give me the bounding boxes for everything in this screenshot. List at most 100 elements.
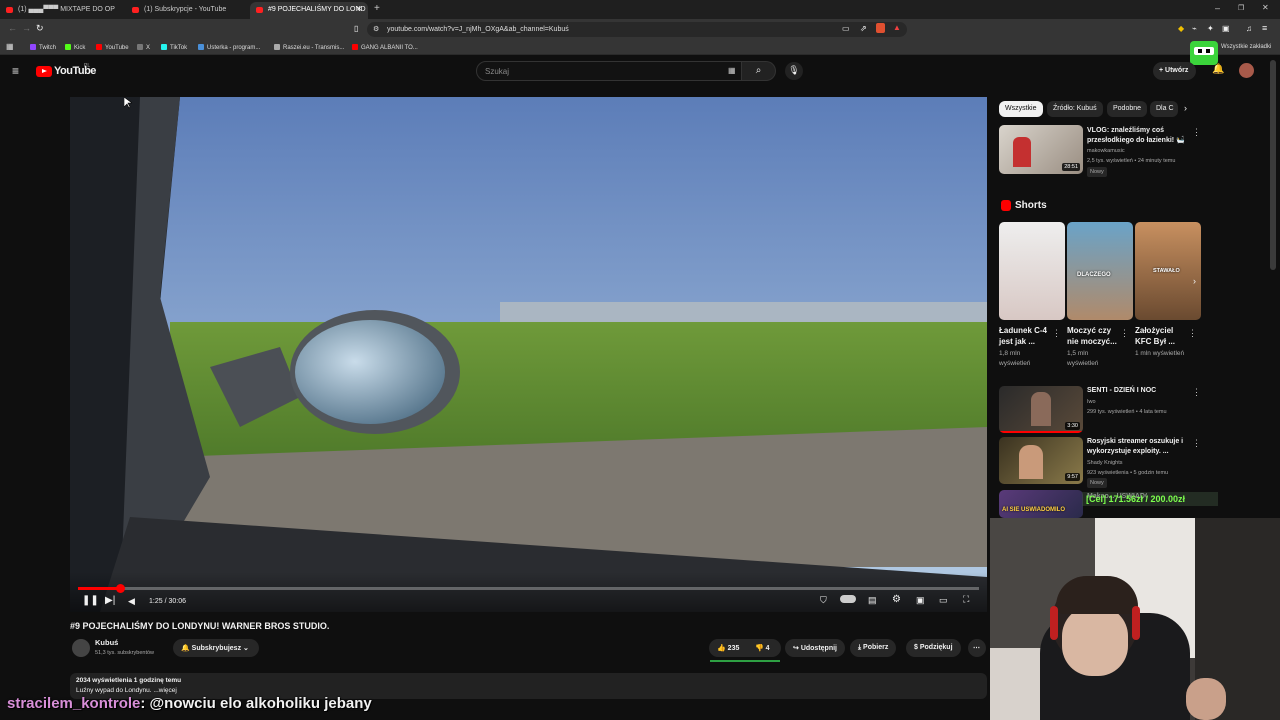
- site-info-icon[interactable]: ⚙: [373, 25, 379, 33]
- more-vertical-icon[interactable]: ⋮: [1052, 328, 1061, 339]
- keyboard-icon[interactable]: ▦: [728, 66, 736, 75]
- search-input[interactable]: Szukaj: [476, 61, 742, 81]
- video-player[interactable]: ❚❚ ▶| ◀ 1:25 / 30:06 ⛉ ▤ ⚙ ▣ ▭ ⛶: [70, 97, 987, 612]
- more-vertical-icon[interactable]: ⋮: [1192, 127, 1201, 138]
- back-icon[interactable]: ←: [8, 23, 17, 33]
- download-label: Pobierz: [863, 644, 889, 651]
- channel-avatar[interactable]: [72, 639, 90, 657]
- brave-shield-icon[interactable]: [876, 23, 885, 33]
- theater-mode-icon[interactable]: ▭: [939, 595, 948, 606]
- thumbnail-caption: AI SIE USWIADOMILO: [1002, 507, 1065, 513]
- chip-similar[interactable]: Podobne: [1107, 101, 1148, 117]
- close-tab-icon[interactable]: ✕: [356, 5, 362, 13]
- browser-tab[interactable]: (1) Subskrypcje - YouTube: [126, 2, 248, 19]
- voice-search-icon[interactable]: 🎙: [785, 62, 803, 80]
- chat-text: : @nowciu elo alkoholiku jebany: [140, 695, 372, 712]
- bookmark-youtube[interactable]: YouTube: [96, 44, 129, 51]
- bookmark-raszei[interactable]: Raszei.eu - Transmis...: [274, 44, 344, 51]
- cast-icon[interactable]: ▭: [842, 24, 850, 33]
- more-vertical-icon[interactable]: ⋮: [1192, 438, 1201, 449]
- settings-gear-icon[interactable]: ⚙: [892, 594, 901, 605]
- bookmark-usterka[interactable]: Usterka - program...: [198, 44, 260, 51]
- avatar[interactable]: [1239, 63, 1254, 78]
- chip-for-you[interactable]: Dla C: [1150, 101, 1178, 117]
- short-thumbnail[interactable]: [999, 222, 1065, 320]
- extension-icon[interactable]: ⌁: [1192, 24, 1197, 33]
- sponsor-icon[interactable]: ⛉: [820, 595, 827, 606]
- more-vertical-icon[interactable]: ⋮: [1188, 328, 1197, 339]
- miniplayer-icon[interactable]: ▣: [916, 595, 925, 606]
- forward-icon[interactable]: →: [22, 23, 31, 33]
- url-text: youtube.com/watch?v=J_njMh_OXgA&ab_chann…: [387, 26, 569, 33]
- bookmark-x[interactable]: X: [137, 44, 150, 51]
- more-actions-button[interactable]: ⋯: [968, 639, 986, 657]
- next-icon[interactable]: ▶|: [105, 595, 115, 606]
- music-icon[interactable]: ♫: [1246, 24, 1252, 33]
- short-title: Moczyć czy nie moczyć...: [1067, 326, 1117, 346]
- bookmark-gang[interactable]: GANG ALBANII TO...: [352, 44, 418, 51]
- new-tab-icon[interactable]: +: [374, 3, 380, 14]
- browser-menu-icon[interactable]: ≡: [1262, 23, 1267, 33]
- all-bookmarks[interactable]: Wszystkie zakładki: [1221, 44, 1271, 50]
- bookmark-tiktok[interactable]: TikTok: [161, 44, 187, 51]
- share-label: Udostępnij: [800, 645, 837, 652]
- dislike-button[interactable]: 👎 4: [755, 644, 770, 652]
- short-thumbnail[interactable]: DLACZEGO: [1067, 222, 1133, 320]
- reload-icon[interactable]: ↻: [36, 23, 44, 34]
- bookmark-label: GANG ALBANII TO...: [361, 45, 418, 51]
- search-button[interactable]: ⌕: [742, 61, 776, 81]
- bookmark-kick[interactable]: Kick: [65, 44, 85, 51]
- chevron-right-icon[interactable]: ›: [1184, 103, 1187, 113]
- channel-name[interactable]: Kubuś: [95, 638, 118, 647]
- share-button[interactable]: ↪ Udostępnij: [785, 639, 845, 657]
- pause-icon[interactable]: ❚❚: [82, 595, 99, 606]
- video-thumbnail[interactable]: 28:51: [999, 125, 1083, 174]
- rec-meta: 2,5 tys. wyświetleń • 24 minuty temu: [1087, 158, 1176, 164]
- window-close-icon[interactable]: ✕: [1262, 3, 1269, 12]
- browser-tab-active[interactable]: #9 POJECHALIŚMY DO LOND ✕: [250, 2, 368, 19]
- hamburger-menu-icon[interactable]: ≡: [12, 64, 19, 78]
- chip-source[interactable]: Źródło: Kubuś: [1047, 101, 1103, 117]
- subtitles-icon[interactable]: ▤: [868, 595, 877, 606]
- thanks-button[interactable]: $ Podziękuj: [906, 639, 961, 657]
- download-button[interactable]: ⤓ Pobierz: [850, 639, 897, 657]
- more-vertical-icon[interactable]: ⋮: [1120, 328, 1129, 339]
- chip-all[interactable]: Wszystkie: [999, 101, 1043, 117]
- short-title: Ładunek C-4 jest jak ...: [999, 326, 1048, 346]
- youtube-favicon-icon: [256, 7, 263, 13]
- maximize-icon[interactable]: ❐: [1238, 4, 1244, 12]
- progress-bar[interactable]: [78, 584, 979, 593]
- url-bar[interactable]: ⚙ youtube.com/watch?v=J_njMh_OXgA&ab_cha…: [367, 22, 907, 37]
- shorts-next-icon[interactable]: ›: [1193, 276, 1196, 286]
- youtube-favicon-icon: [132, 7, 139, 13]
- bookmark-label: Raszei.eu - Transmis...: [283, 45, 345, 51]
- webcam-overlay: [990, 518, 1280, 720]
- share-icon[interactable]: ⇗: [860, 24, 867, 33]
- browser-tab[interactable]: (1) ▄▄▄▀▀▀ MIXTAPE DO OP: [0, 2, 126, 19]
- bookmark-twitch[interactable]: Twitch: [30, 44, 56, 51]
- create-button[interactable]: + Utwórz: [1153, 62, 1197, 80]
- chevron-down-icon: ⌄: [241, 645, 249, 652]
- video-thumbnail[interactable]: 9:57: [999, 437, 1083, 484]
- apps-grid-icon[interactable]: ▦: [6, 42, 14, 51]
- notifications-bell-icon[interactable]: 🔔: [1212, 64, 1224, 75]
- video-thumbnail[interactable]: AI SIE USWIADOMILO: [999, 490, 1083, 518]
- wallet-icon[interactable]: ◆: [1178, 24, 1184, 33]
- subscribed-button[interactable]: 🔔 Subskrybujesz ⌄: [173, 639, 259, 657]
- sidebar-icon[interactable]: ▣: [1222, 24, 1230, 33]
- volume-icon[interactable]: ◀: [128, 596, 135, 607]
- page-scrollbar[interactable]: [1270, 60, 1276, 270]
- short-thumbnail[interactable]: STAWAŁO: [1135, 222, 1201, 320]
- rec-meta: 299 tys. wyświetleń • 4 lata temu: [1087, 409, 1167, 415]
- bookmark-icon[interactable]: ▯: [354, 24, 358, 33]
- rewards-icon[interactable]: ▲: [893, 23, 901, 32]
- fullscreen-icon[interactable]: ⛶: [963, 594, 969, 605]
- extensions-puzzle-icon[interactable]: ✦: [1207, 24, 1214, 33]
- dislike-count: 4: [765, 645, 770, 652]
- autoplay-toggle[interactable]: [840, 595, 856, 603]
- minimize-icon[interactable]: –: [1215, 3, 1220, 13]
- rec-meta: 923 wyświetlenia • 5 godzin temu: [1087, 470, 1169, 476]
- like-button[interactable]: 👍 235: [717, 645, 739, 652]
- video-thumbnail[interactable]: 3:30: [999, 386, 1083, 433]
- more-vertical-icon[interactable]: ⋮: [1192, 387, 1201, 398]
